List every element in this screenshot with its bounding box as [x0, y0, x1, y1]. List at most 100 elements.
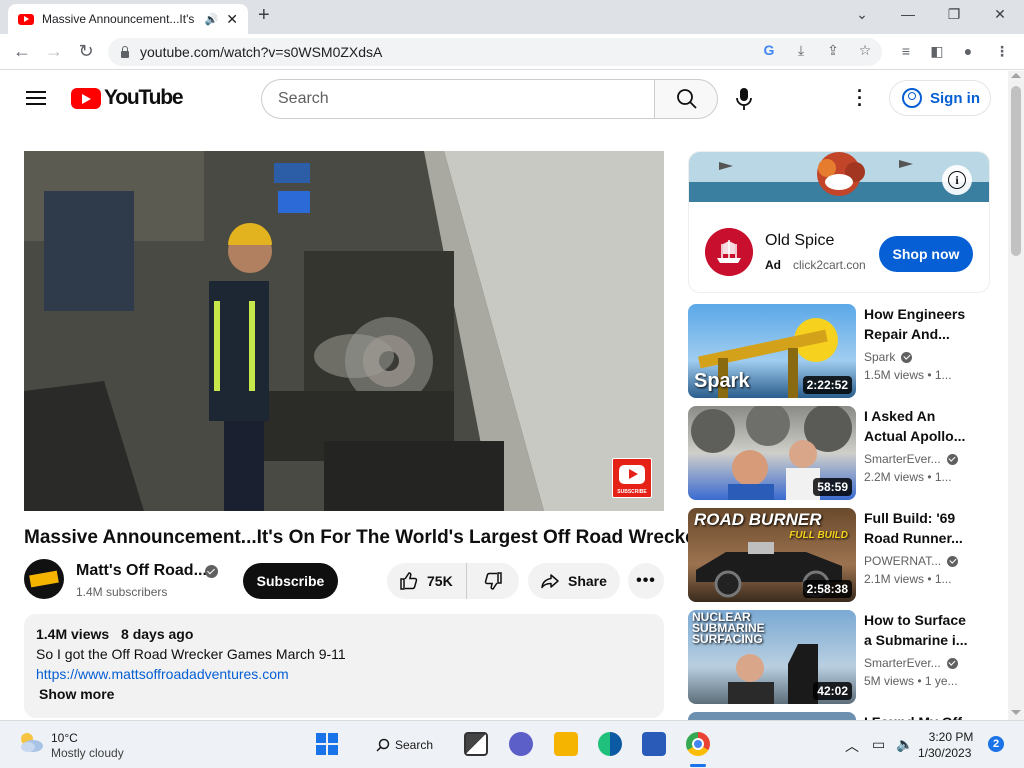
lock-icon[interactable]	[120, 46, 130, 58]
minimize-icon[interactable]: —	[898, 6, 918, 22]
volume-icon[interactable]: 🔈	[896, 736, 913, 753]
google-translate-icon[interactable]: G	[760, 42, 778, 58]
verified-badge-icon	[901, 351, 913, 363]
close-tab-icon[interactable]: ✕	[226, 11, 238, 28]
menu-hamburger-icon[interactable]	[26, 90, 46, 106]
related-thumbnail[interactable]: NUCLEAR SUBMARINE SURFACING 42:02	[688, 610, 856, 704]
upload-age: 8 days ago	[121, 626, 194, 642]
related-thumbnail[interactable]: Spark 2:22:52	[688, 304, 856, 398]
related-title[interactable]: How to Surface a Submarine i...	[864, 610, 984, 650]
forward-arrow-icon[interactable]: →	[42, 41, 66, 62]
side-panel-icon[interactable]: ◧	[927, 43, 947, 60]
reload-icon[interactable]: ↻	[74, 41, 98, 62]
youtube-wordmark[interactable]: YouTube	[104, 86, 184, 110]
close-window-icon[interactable]: ✕	[990, 6, 1010, 23]
weather-temperature[interactable]: 10°C	[51, 731, 78, 745]
subscribe-button[interactable]: Subscribe	[243, 563, 338, 599]
account-icon	[902, 88, 922, 108]
youtube-favicon-icon	[18, 13, 34, 25]
media-controls-icon[interactable]: ≡	[896, 43, 916, 59]
channel-avatar[interactable]	[24, 559, 64, 599]
chrome-taskbar-icon[interactable]	[686, 732, 710, 756]
scroll-down-arrow-icon[interactable]	[1011, 710, 1021, 715]
browser-menu-icon[interactable]: ⋮	[992, 43, 1012, 60]
taskbar-search-button[interactable]: Search	[362, 731, 448, 759]
related-title[interactable]: I Asked An Actual Apollo...	[864, 406, 984, 446]
active-app-indicator	[690, 764, 706, 767]
install-app-icon[interactable]: ⤓	[792, 42, 810, 59]
related-video-item[interactable]: 58:59 I Asked An Actual Apollo... Smarte…	[688, 406, 990, 500]
related-title[interactable]: Full Build: '69 Road Runner...	[864, 508, 984, 548]
thumbs-down-icon	[484, 572, 502, 590]
url-text[interactable]: youtube.com/watch?v=s0WSM0ZXdsA	[140, 44, 382, 60]
related-channel-name: Spark	[864, 350, 896, 364]
taskbar-clock[interactable]: 3:20 PM	[926, 730, 976, 744]
microsoft-store-icon[interactable]	[642, 732, 666, 756]
search-button[interactable]	[654, 79, 718, 119]
related-thumbnail[interactable]: 58:59	[688, 406, 856, 500]
browser-toolbar: ← → ↻ youtube.com/watch?v=s0WSM0ZXdsA G …	[0, 34, 1024, 70]
description-meta: 1.4M views 8 days ago	[36, 626, 652, 642]
profile-icon[interactable]: ●	[958, 43, 978, 59]
cloudy-weather-icon[interactable]	[18, 731, 44, 753]
shop-now-button[interactable]: Shop now	[879, 236, 973, 272]
share-button[interactable]: Share	[528, 563, 620, 599]
windows-start-icon[interactable]	[316, 733, 338, 755]
related-title-line2: Road Runner...	[864, 530, 963, 546]
edge-browser-icon[interactable]	[598, 732, 622, 756]
new-tab-icon[interactable]: +	[258, 4, 270, 27]
related-title[interactable]: I Found My Off	[864, 712, 984, 720]
search-input[interactable]	[261, 79, 655, 119]
scrollbar-thumb[interactable]	[1011, 86, 1021, 256]
browser-tab[interactable]: Massive Announcement...It's 🔊 ✕	[8, 4, 248, 34]
related-thumbnail[interactable]	[688, 712, 856, 720]
related-title[interactable]: How Engineers Repair And...	[864, 304, 984, 344]
related-channel[interactable]: SmarterEver...	[864, 656, 958, 670]
more-actions-button[interactable]: •••	[628, 563, 664, 599]
subscribe-watermark-icon[interactable]: SUBSCRIBE	[612, 458, 652, 498]
browser-tab-strip: Massive Announcement...It's 🔊 ✕ + ⌄ — ❐ …	[0, 0, 1024, 34]
ad-info-button[interactable]: i	[942, 165, 972, 195]
network-icon[interactable]: ▭	[872, 736, 885, 753]
related-video-item[interactable]: NUCLEAR SUBMARINE SURFACING 42:02 How to…	[688, 610, 990, 704]
tab-search-chevron-icon[interactable]: ⌄	[852, 6, 872, 23]
description-box[interactable]: 1.4M views 8 days ago So I got the Off R…	[24, 614, 664, 718]
bookmark-star-icon[interactable]: ☆	[856, 42, 874, 59]
related-thumbnail[interactable]: ROAD BURNER FULL BUILD 2:58:38	[688, 508, 856, 602]
related-video-item[interactable]: I Found My Off	[688, 712, 990, 720]
show-more-button[interactable]: Show more	[36, 686, 652, 702]
task-view-icon[interactable]	[464, 732, 488, 756]
restore-icon[interactable]: ❐	[944, 6, 964, 23]
related-video-item[interactable]: Spark 2:22:52 How Engineers Repair And..…	[688, 304, 990, 398]
share-page-icon[interactable]: ⇪	[824, 42, 842, 59]
thumbnail-overlay-subtext: FULL BUILD	[789, 530, 848, 541]
dislike-button[interactable]	[467, 563, 519, 599]
related-channel[interactable]: POWERNAT...	[864, 554, 959, 568]
microphone-icon[interactable]	[732, 86, 756, 112]
notification-badge[interactable]: 2	[988, 736, 1004, 752]
speaker-icon[interactable]: 🔊	[205, 13, 219, 26]
ad-card[interactable]: i Old Spice Ad click2cart.con Shop now	[688, 151, 990, 293]
related-channel[interactable]: SmarterEver...	[864, 452, 958, 466]
teams-chat-icon[interactable]	[509, 732, 533, 756]
description-link[interactable]: https://www.mattsoffroadadventures.com	[36, 666, 652, 682]
weather-description[interactable]: Mostly cloudy	[51, 746, 124, 760]
video-player[interactable]: SUBSCRIBE	[24, 151, 664, 511]
sign-in-button[interactable]: Sign in	[889, 80, 991, 116]
youtube-logo-icon[interactable]	[71, 88, 101, 109]
taskbar-date[interactable]: 1/30/2023	[918, 746, 971, 760]
related-channel[interactable]: Spark	[864, 350, 913, 364]
like-button[interactable]: 75K	[387, 563, 467, 599]
scroll-up-arrow-icon[interactable]	[1011, 73, 1021, 78]
related-video-item[interactable]: ROAD BURNER FULL BUILD 2:58:38 Full Buil…	[688, 508, 990, 602]
like-count: 75K	[427, 573, 453, 589]
channel-name[interactable]: Matt's Off Road...	[76, 562, 207, 580]
file-explorer-icon[interactable]	[554, 732, 578, 756]
description-text: So I got the Off Road Wrecker Games Marc…	[36, 646, 346, 662]
tray-overflow-chevron-icon[interactable]: ︿	[845, 736, 859, 756]
settings-kebab-icon[interactable]: · · ·	[852, 82, 868, 114]
view-count: 1.4M views	[36, 626, 110, 642]
taskbar-search-label: Search	[395, 738, 434, 752]
ad-advertiser-name[interactable]: Old Spice	[765, 232, 834, 250]
back-arrow-icon[interactable]: ←	[10, 41, 34, 62]
